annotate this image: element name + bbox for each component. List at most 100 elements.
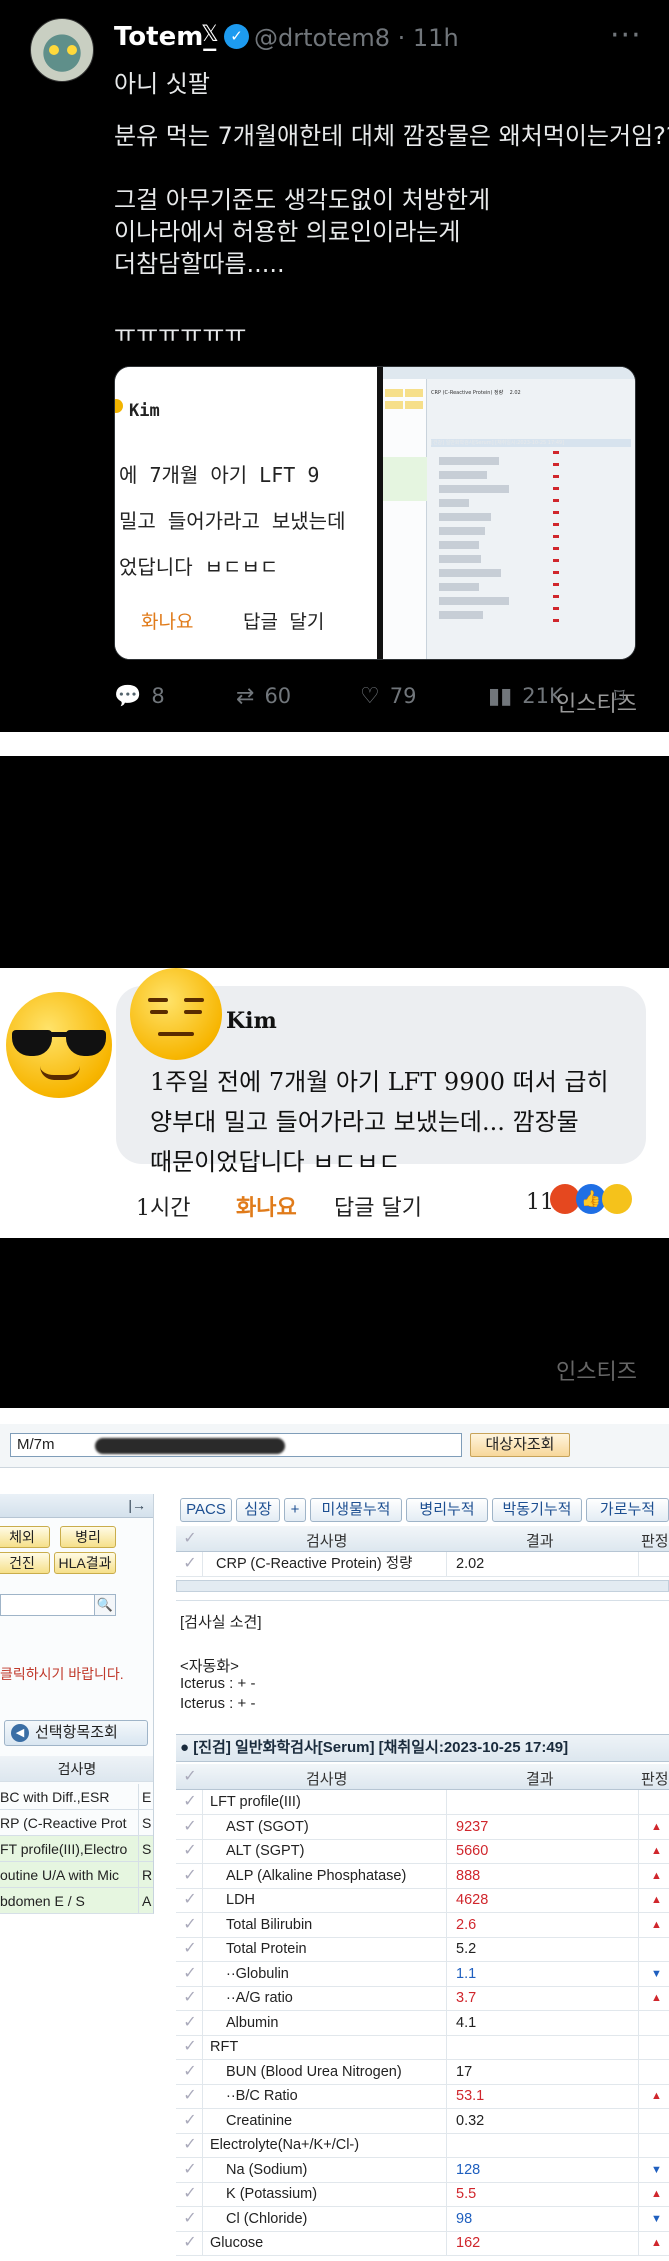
checkbox-icon[interactable]: ✓ (180, 2160, 200, 2180)
tweet-media[interactable]: Kim 에 7개월 아기 LFT 9 밀고 들어가라고 보냈는데 었답니다 ㅂㄷ… (114, 366, 636, 660)
checkbox-icon[interactable]: ✓ (180, 1866, 200, 1886)
select-items-label: 선택항목조회 (35, 1724, 118, 1741)
checkbox-icon[interactable]: ✓ (180, 1817, 200, 1837)
lab-row[interactable]: ✓ AST (SGOT) 9237 ▲ (176, 1814, 669, 1840)
left-list-item[interactable]: RP (C-Reactive Prot S (0, 1810, 153, 1836)
checkbox-icon[interactable]: ✓ (180, 1554, 200, 1574)
checkbox-icon[interactable]: ✓ (180, 2184, 200, 2204)
media-emr-image[interactable]: CRP (C-Reactive Protein) 정량 2.02 [건강] 일반… (383, 367, 635, 659)
comment-author[interactable]: Kim (226, 1008, 277, 1034)
high-flag-icon: ▲ (651, 1894, 662, 1906)
tab-horizontal[interactable]: 가로누적 (586, 1498, 669, 1522)
tab-pacs[interactable]: PACS (180, 1498, 232, 1522)
lab-row[interactable]: ✓ ··A/G ratio 3.7 ▲ (176, 1986, 669, 2011)
media-comment-image[interactable]: Kim 에 7개월 아기 LFT 9 밀고 들어가라고 보냈는데 었답니다 ㅂㄷ… (115, 367, 377, 659)
search-icon[interactable]: 🔍 (94, 1594, 116, 1616)
profile-avatar[interactable] (30, 18, 94, 82)
like-action[interactable]: ♡ 79 (360, 684, 416, 709)
lab-row[interactable]: ✓ K (Potassium) 5.5 ▲ (176, 2182, 669, 2207)
checkbox-icon[interactable]: ✓ (180, 1841, 200, 1861)
lab-row[interactable]: ✓ Total Protein 5.2 (176, 1937, 669, 1962)
retweet-count: 60 (264, 684, 292, 708)
media-emr-values (553, 451, 559, 631)
patient-field[interactable]: M/7m (10, 1433, 462, 1457)
author-handle[interactable]: @drtotem8 · 11h (254, 24, 459, 52)
btn-pathology[interactable]: 병리 (60, 1526, 116, 1548)
lab-row[interactable]: ✓ BUN (Blood Urea Nitrogen) 17 (176, 2059, 669, 2085)
avatar-eye-right (67, 45, 77, 55)
more-options-icon[interactable]: ··· (610, 18, 642, 53)
checkbox-icon[interactable]: ✓ (180, 2037, 200, 2057)
tab-pathology[interactable]: 병리누적 (406, 1498, 488, 1522)
lab-row[interactable]: ✓ LFT profile(III) (176, 1790, 669, 1815)
lab-row[interactable]: ✓ Total Bilirubin 2.6 ▲ (176, 1912, 669, 1938)
checkbox-icon[interactable]: ✓ (180, 2209, 200, 2229)
select-items-button[interactable]: ◀ 선택항목조회 (4, 1720, 148, 1746)
btn-external[interactable]: 체외 (0, 1526, 50, 1548)
lab-row[interactable]: ✓ LDH 4628 ▲ (176, 1888, 669, 1913)
lab-row[interactable]: ✓ Na (Sodium) 128 ▼ (176, 2157, 669, 2183)
checkbox-icon[interactable]: ✓ (180, 1964, 200, 1984)
checkbox-icon[interactable]: ✓ (180, 1988, 200, 2008)
views-icon: ▮▮ (488, 684, 513, 709)
col-result: 결과 (526, 1771, 554, 1788)
checkbox-icon[interactable]: ✓ (180, 2086, 200, 2106)
lab-row[interactable]: ✓ ALT (SGPT) 5660 ▲ (176, 1839, 669, 1864)
checkbox-icon[interactable]: ✓ (180, 1915, 200, 1935)
collapse-icon[interactable]: |→ (128, 1497, 146, 1513)
checkbox-icon[interactable]: ✓ (180, 2135, 200, 2155)
tab-pacemaker[interactable]: 박동기누적 (492, 1498, 582, 1522)
checkbox-icon[interactable]: ✓ (180, 1792, 200, 1812)
comment-reply-button[interactable]: 답글 달기 (334, 1190, 422, 1222)
checkbox-icon[interactable]: ✓ (180, 2062, 200, 2082)
lab-row[interactable]: ✓ Cl (Chloride) 98 ▼ (176, 2206, 669, 2232)
checkbox-icon[interactable]: ✓ (180, 1890, 200, 1910)
left-list-item[interactable]: BC with Diff.,ESR E (0, 1784, 153, 1810)
media-emr-btn (385, 389, 403, 397)
lab-row[interactable]: ✓ RFT (176, 2035, 669, 2060)
comment-angry-button[interactable]: 화나요 (236, 1190, 297, 1222)
btn-hla[interactable]: HLA결과 (54, 1552, 116, 1574)
views-action[interactable]: ▮▮ 21K (488, 684, 563, 709)
reply-action[interactable]: 💬 8 (114, 684, 165, 709)
crp-row[interactable]: ✓ CRP (C-Reactive Protein) 정량 2.02 (176, 1552, 669, 1577)
checkbox-icon[interactable]: ✓ (180, 2111, 200, 2131)
lab-row[interactable]: ✓ ··B/C Ratio 53.1 ▲ (176, 2084, 669, 2109)
media-emr-row (439, 471, 487, 479)
btn-checkup[interactable]: 건진 (0, 1552, 50, 1574)
sad-reaction-icon[interactable] (602, 1184, 632, 1214)
media-emr-row (439, 527, 485, 535)
checkbox-icon[interactable]: ✓ (180, 1767, 200, 1787)
left-list-item[interactable]: FT profile(III),Electro S (0, 1836, 153, 1862)
high-flag-icon: ▲ (651, 1918, 662, 1931)
left-list-item[interactable]: outine U/A with Mic R (0, 1862, 153, 1888)
left-search-input[interactable]: 🔍 (0, 1594, 116, 1616)
lab-row[interactable]: ✓ ALP (Alkaline Phosphatase) 888 ▲ (176, 1863, 669, 1889)
patient-lookup-button[interactable]: 대상자조회 (470, 1433, 570, 1457)
lab-row[interactable]: ✓ ··Globulin 1.1 ▼ (176, 1961, 669, 1987)
lab-row[interactable]: ✓ Electrolyte(Na+/K+/Cl-) (176, 2133, 669, 2158)
media-emr-btn (405, 401, 423, 409)
lab-row[interactable]: ✓ Creatinine 0.32 (176, 2108, 669, 2134)
media-emr-crp: CRP (C-Reactive Protein) 정량 2.02 (431, 390, 521, 396)
verified-badge-icon: ✓ (224, 24, 249, 49)
checkbox-icon[interactable]: ✓ (180, 1529, 200, 1549)
left-list-item[interactable]: bdomen E / SA (0, 1888, 154, 1914)
checkbox-icon[interactable]: ✓ (180, 2233, 200, 2253)
lab-result-value: 1.1 (456, 1965, 477, 1982)
lab-row[interactable]: ✓ Glucose 162 ▲ (176, 2231, 669, 2256)
lab-row[interactable]: ✓ Albumin 4.1 (176, 2010, 669, 2036)
reply-icon: 💬 (114, 684, 142, 709)
low-flag-icon: ▼ (651, 2212, 662, 2225)
tab-cardiac[interactable]: 심장 (236, 1498, 280, 1522)
h-scrollbar[interactable] (176, 1580, 669, 1592)
checkbox-icon[interactable]: ✓ (180, 1939, 200, 1959)
icterus-2: Icterus : + - (180, 1695, 256, 1712)
tab-micro[interactable]: 미생물누적 (310, 1498, 402, 1522)
auto-label: <자동화> (180, 1658, 239, 1675)
retweet-action[interactable]: ⇄ 60 (236, 684, 291, 709)
lab-test-name: Cl (Chloride) (226, 2210, 308, 2227)
tab-plus[interactable]: + (284, 1498, 306, 1522)
bookmark-icon[interactable]: ⌑ (614, 684, 625, 708)
checkbox-icon[interactable]: ✓ (180, 2013, 200, 2033)
